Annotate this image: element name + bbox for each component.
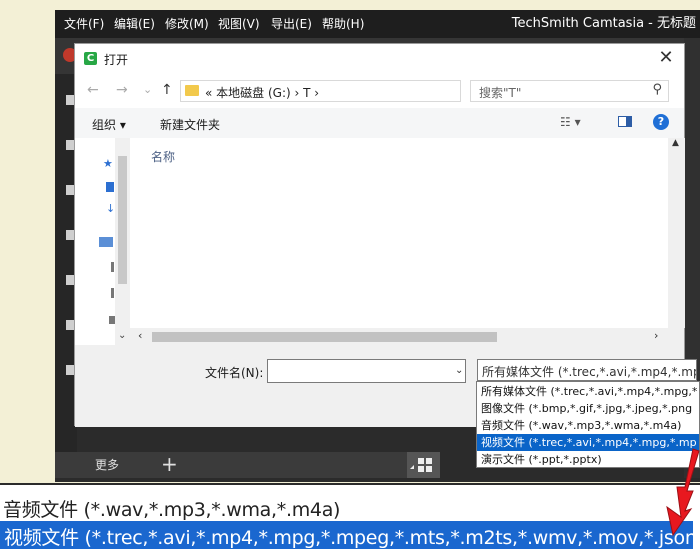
new-folder-button[interactable]: 新建文件夹 — [160, 116, 220, 133]
column-header-name[interactable]: 名称 — [151, 148, 175, 165]
address-path[interactable]: « 本地磁盘 (G:) › T › — [205, 84, 319, 101]
dialog-title: 打开 — [104, 53, 129, 67]
close-button[interactable]: ✕ — [656, 48, 676, 68]
preview-pane-icon[interactable] — [618, 116, 632, 127]
grid-view-icon[interactable] — [407, 452, 440, 478]
search-input[interactable]: 搜索"T" ⚲ — [470, 80, 669, 102]
back-icon[interactable]: ← — [87, 82, 99, 98]
camtasia-bottombar: 更多 + — [55, 452, 440, 478]
zoom-audio-option: 音频文件 (*.wav,*.mp3,*.wma,*.m4a) — [3, 499, 341, 521]
quick-access-icon[interactable]: ★ — [103, 158, 113, 169]
menu-modify[interactable]: 修改(M) — [165, 10, 209, 38]
scroll-up-icon[interactable]: ▲ — [672, 138, 681, 152]
zoom-video-option-highlight: 视频文件 (*.trec,*.avi,*.mp4,*.mpg,*.mpeg,*.… — [0, 521, 700, 549]
filetype-select[interactable]: 所有媒体文件 (*.trec,*.avi,*.mp4,*.mpg,* — [477, 359, 697, 381]
menu-view[interactable]: 视图(V) — [218, 10, 260, 38]
dialog-titlebar: C 打开 ✕ — [75, 44, 684, 74]
filetype-option-all-media[interactable]: 所有媒体文件 (*.trec,*.avi,*.mp4,*.mpg,* — [477, 383, 699, 400]
menu-help[interactable]: 帮助(H) — [322, 10, 364, 38]
folder-icon — [185, 85, 199, 96]
filetype-selected: 所有媒体文件 (*.trec,*.avi,*.mp4,*.mpg,* — [482, 365, 697, 379]
search-placeholder: 搜索"T" — [479, 86, 522, 100]
desktop-icon[interactable] — [106, 182, 114, 192]
annotations-icon[interactable] — [66, 230, 74, 240]
behaviors-icon[interactable] — [66, 320, 74, 330]
drive-icon-2[interactable] — [111, 288, 114, 298]
filename-label: 文件名(N): — [205, 366, 264, 380]
filename-dropdown-icon[interactable]: ⌄ — [455, 365, 463, 376]
search-icon[interactable]: ⚲ — [652, 82, 662, 97]
transitions-icon[interactable] — [66, 275, 74, 285]
horizontal-scroll-thumb[interactable] — [152, 332, 497, 342]
this-pc-icon[interactable] — [99, 237, 113, 247]
menu-file[interactable]: 文件(F) — [64, 10, 104, 38]
favorites-icon[interactable] — [66, 185, 74, 195]
animations-icon[interactable] — [66, 365, 74, 375]
library-icon[interactable] — [66, 140, 74, 150]
drive-icon[interactable] — [111, 262, 114, 272]
menu-export[interactable]: 导出(E) — [271, 10, 312, 38]
filetype-option-image[interactable]: 图像文件 (*.bmp,*.gif,*.jpg,*.jpeg,*.png — [477, 400, 699, 417]
horizontal-scrollbar[interactable]: ‹ › — [130, 328, 668, 345]
help-icon[interactable]: ? — [653, 114, 669, 130]
more-button[interactable]: 更多 — [95, 452, 119, 478]
add-button[interactable]: + — [161, 452, 178, 476]
navigation-scroll-thumb[interactable] — [118, 156, 127, 284]
file-list[interactable]: 名称 — [130, 138, 668, 345]
zoom-video-option: 视频文件 (*.trec,*.avi,*.mp4,*.mpg,*.mpeg,*.… — [4, 527, 700, 549]
address-bar[interactable]: « 本地磁盘 (G:) › T › ⌄ ↻ — [180, 80, 557, 102]
view-options-icon[interactable]: ☷ ▾ — [560, 115, 581, 129]
zoom-callout: 音频文件 (*.wav,*.mp3,*.wma,*.m4a) 视频文件 (*.t… — [0, 483, 700, 551]
menu-edit[interactable]: 编辑(E) — [114, 10, 155, 38]
downloads-icon[interactable]: ↓ — [106, 203, 115, 214]
recent-dropdown-icon[interactable]: ⌄ — [143, 83, 152, 96]
scroll-down-icon[interactable]: ⌄ — [118, 330, 126, 341]
filetype-option-audio[interactable]: 音频文件 (*.wav,*.mp3,*.wma,*.m4a) — [477, 417, 699, 434]
vertical-scrollbar[interactable]: ▲ — [668, 138, 685, 328]
command-bar: 组织 ▾ 新建文件夹 ☷ ▾ ? — [75, 108, 684, 139]
scroll-left-icon[interactable]: ‹ — [138, 329, 142, 342]
filename-input[interactable] — [267, 359, 466, 383]
up-icon[interactable]: ↑ — [161, 82, 173, 98]
camtasia-menubar: 文件(F) 编辑(E) 修改(M) 视图(V) 导出(E) 帮助(H) Tech… — [55, 10, 700, 38]
camtasia-title: TechSmith Camtasia - 无标题 — [511, 16, 696, 31]
navigation-bar: ← → ⌄ ↑ « 本地磁盘 (G:) › T › ⌄ ↻ 搜索"T" ⚲ — [75, 74, 684, 108]
red-arrow-icon — [666, 448, 700, 537]
camtasia-logo-icon: C — [84, 52, 97, 65]
scroll-right-icon[interactable]: › — [654, 329, 658, 342]
forward-icon[interactable]: → — [116, 82, 128, 98]
organize-button[interactable]: 组织 ▾ — [92, 116, 126, 133]
media-icon[interactable] — [66, 95, 74, 105]
open-dialog: C 打开 ✕ ← → ⌄ ↑ « 本地磁盘 (G:) › T › ⌄ ↻ 搜索"… — [74, 43, 697, 427]
